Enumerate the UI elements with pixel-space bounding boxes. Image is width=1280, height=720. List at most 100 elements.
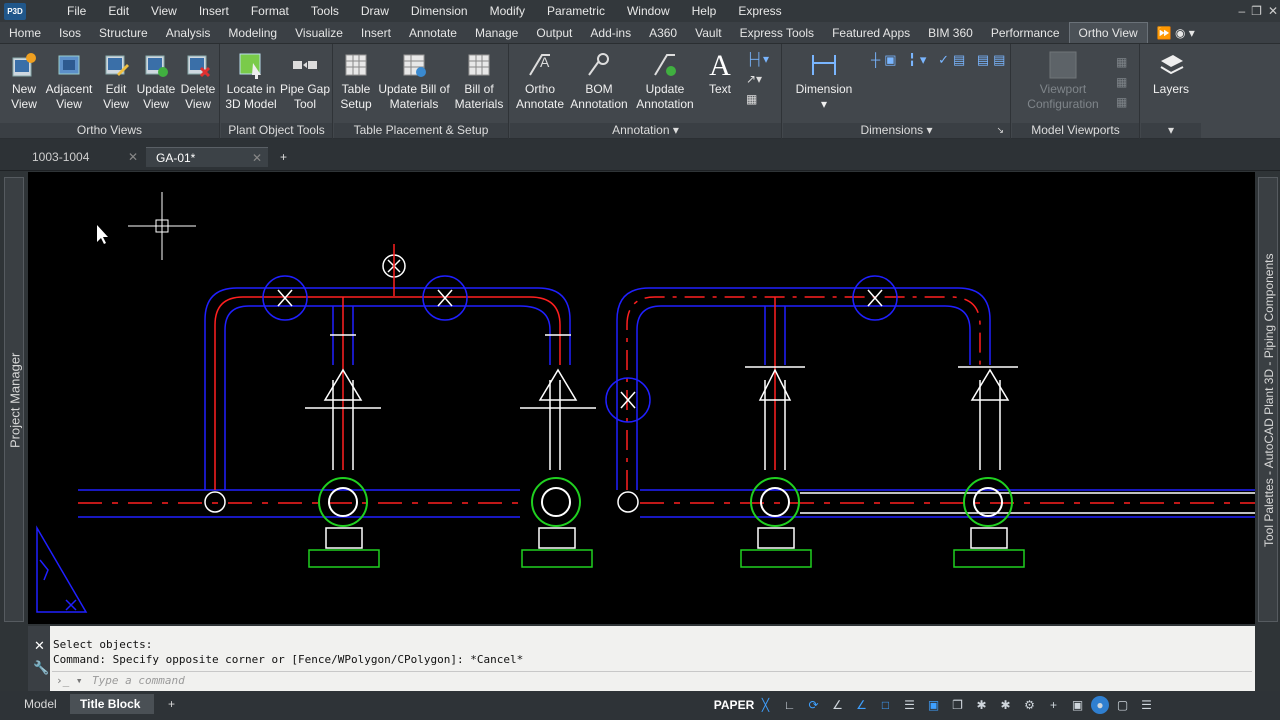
- command-input[interactable]: ›_ ▾ Type a command: [52, 671, 1252, 689]
- update-bom-button[interactable]: Update Bill of Materials: [376, 50, 452, 112]
- menu-item-view[interactable]: View: [140, 0, 188, 22]
- viewport-config-icon: [1048, 50, 1078, 80]
- menu-item-help[interactable]: Help: [681, 0, 728, 22]
- tab-isos[interactable]: Isos: [50, 22, 90, 44]
- plus-icon[interactable]: +: [1043, 695, 1064, 716]
- layout-tab-model[interactable]: Model: [14, 694, 67, 714]
- menu-item-file[interactable]: File: [56, 0, 97, 22]
- tab-add-ins[interactable]: Add-ins: [581, 22, 640, 44]
- menu-item-edit[interactable]: Edit: [97, 0, 140, 22]
- isolate-icon[interactable]: ▣: [1067, 695, 1088, 716]
- menu-item-window[interactable]: Window: [616, 0, 681, 22]
- edit-view-button[interactable]: Edit View: [98, 50, 134, 112]
- wrench-icon[interactable]: 🔧: [33, 660, 49, 676]
- dimension-button[interactable]: Dimension ▾: [787, 50, 861, 112]
- menu-item-insert[interactable]: Insert: [188, 0, 240, 22]
- tab-a360[interactable]: A360: [640, 22, 686, 44]
- close-icon[interactable]: ✕: [34, 638, 45, 654]
- prompt-chevron-icon[interactable]: ›_ ▾: [56, 672, 83, 690]
- layers-button[interactable]: Layers: [1145, 50, 1197, 97]
- restore-icon[interactable]: ❐: [1251, 4, 1262, 18]
- tab-express-tools[interactable]: Express Tools: [731, 22, 823, 44]
- delete-view-button[interactable]: Delete View: [178, 50, 218, 112]
- bom-annotation-button[interactable]: BOM Annotation: [568, 50, 630, 112]
- autocad-plant3d-window: P3D File Edit View Insert Format Tools Draw Dim…: [0, 0, 1280, 720]
- tab-structure[interactable]: Structure: [90, 22, 157, 44]
- project-manager-palette[interactable]: Project Manager: [4, 177, 24, 622]
- lineweight-icon[interactable]: ☰: [899, 695, 920, 716]
- drawing-canvas[interactable]: [28, 172, 1255, 624]
- text-button[interactable]: A Text: [700, 50, 740, 97]
- hardware-accel-icon[interactable]: ●: [1091, 696, 1109, 714]
- grid-icon[interactable]: ╳: [755, 695, 776, 716]
- dimension-tools-row[interactable]: ┼▣ ╏▾ ✓▤ ▤▤: [871, 52, 1009, 68]
- adjacent-view-button[interactable]: Adjacent View: [44, 50, 94, 112]
- leader-icon[interactable]: ↗▾: [746, 72, 780, 86]
- tab-visualize[interactable]: Visualize: [286, 22, 352, 44]
- tab-ortho-view[interactable]: Ortho View: [1068, 22, 1148, 43]
- tab-performance[interactable]: Performance: [982, 22, 1069, 44]
- menu-items: File Edit View Insert Format Tools Draw Dimensi…: [56, 0, 793, 22]
- menu-item-parametric[interactable]: Parametric: [536, 0, 616, 22]
- app-menu-button[interactable]: P3D: [0, 0, 30, 22]
- clean-screen-icon[interactable]: ▢: [1112, 695, 1133, 716]
- paper-space-toggle[interactable]: PAPER: [714, 695, 754, 716]
- locate-3d-icon: [236, 50, 266, 80]
- tab-bim-360[interactable]: BIM 360: [919, 22, 982, 44]
- close-icon[interactable]: ✕: [252, 148, 262, 168]
- tab-vault[interactable]: Vault: [686, 22, 730, 44]
- update-annotation-button[interactable]: Update Annotation: [632, 50, 698, 112]
- tab-insert[interactable]: Insert: [352, 22, 400, 44]
- bill-of-materials-button[interactable]: Bill of Materials: [452, 50, 506, 112]
- new-view-button[interactable]: New View: [6, 50, 42, 112]
- osnap-icon[interactable]: ∠: [827, 695, 848, 716]
- customize-icon[interactable]: ☰: [1136, 695, 1157, 716]
- doc-tab-1003-1004[interactable]: 1003-1004 ✕: [22, 147, 144, 167]
- locate-in-3d-model-button[interactable]: Locate in 3D Model: [223, 50, 279, 112]
- new-tab-plus-icon[interactable]: +: [272, 147, 298, 167]
- update-view-button[interactable]: Update View: [134, 50, 178, 112]
- tab-manage[interactable]: Manage: [466, 22, 527, 44]
- tab-featured-apps[interactable]: Featured Apps: [823, 22, 919, 44]
- table-setup-button[interactable]: Table Setup: [336, 50, 376, 112]
- selection-cycling-icon[interactable]: ❐: [947, 695, 968, 716]
- panel-title-table-placement: Table Placement & Setup: [334, 123, 508, 138]
- tab-annotate[interactable]: Annotate: [400, 22, 466, 44]
- menu-item-express[interactable]: Express: [727, 0, 792, 22]
- layers-expand[interactable]: ▾: [1141, 123, 1201, 138]
- transparency-icon[interactable]: ▣: [923, 695, 944, 716]
- panel-title-plant-object-tools: Plant Object Tools: [221, 123, 332, 138]
- doc-tab-ga-01[interactable]: GA-01* ✕: [146, 147, 268, 167]
- close-icon[interactable]: ✕: [1268, 4, 1278, 18]
- menu-item-format[interactable]: Format: [240, 0, 300, 22]
- tab-analysis[interactable]: Analysis: [157, 22, 220, 44]
- close-icon[interactable]: ✕: [128, 147, 138, 167]
- panel-layers: Layers ▾: [1141, 44, 1201, 139]
- ortho-annotate-button[interactable]: A Ortho Annotate: [512, 50, 568, 112]
- layout-tab-title-block[interactable]: Title Block: [70, 694, 154, 714]
- viewport-configuration-button[interactable]: Viewport Configuration: [1016, 50, 1110, 112]
- menu-item-modify[interactable]: Modify: [479, 0, 536, 22]
- menu-item-draw[interactable]: Draw: [350, 0, 400, 22]
- tab-overflow-icon[interactable]: ⏩ ◉ ▾: [1148, 22, 1204, 44]
- annotation-scale-icon[interactable]: ✱: [971, 695, 992, 716]
- linear-dim-icon[interactable]: ├┤▾: [746, 52, 780, 66]
- tool-palettes[interactable]: Tool Palettes - AutoCAD Plant 3D - Pipin…: [1258, 177, 1278, 622]
- add-layout-plus-icon[interactable]: +: [158, 694, 185, 714]
- workspace-icon[interactable]: ✱: [995, 695, 1016, 716]
- menu-item-tools[interactable]: Tools: [300, 0, 350, 22]
- menu-item-dimension[interactable]: Dimension: [400, 0, 479, 22]
- panel-title-ortho-views: Ortho Views: [0, 123, 219, 138]
- command-window-handle[interactable]: ✕ 🔧: [28, 626, 50, 691]
- dyn-input-icon[interactable]: □: [875, 695, 896, 716]
- tab-home[interactable]: Home: [0, 22, 50, 44]
- tab-output[interactable]: Output: [527, 22, 581, 44]
- pipe-gap-tool-button[interactable]: Pipe Gap Tool: [279, 50, 331, 112]
- tab-modeling[interactable]: Modeling: [219, 22, 286, 44]
- ortho-icon[interactable]: ∟: [779, 695, 800, 716]
- polar-icon[interactable]: ⟳: [803, 695, 824, 716]
- otrack-icon[interactable]: ∠: [851, 695, 872, 716]
- minimize-icon[interactable]: –: [1238, 4, 1245, 18]
- gear-icon[interactable]: ⚙: [1019, 695, 1040, 716]
- table-small-icon[interactable]: ▦: [746, 92, 780, 106]
